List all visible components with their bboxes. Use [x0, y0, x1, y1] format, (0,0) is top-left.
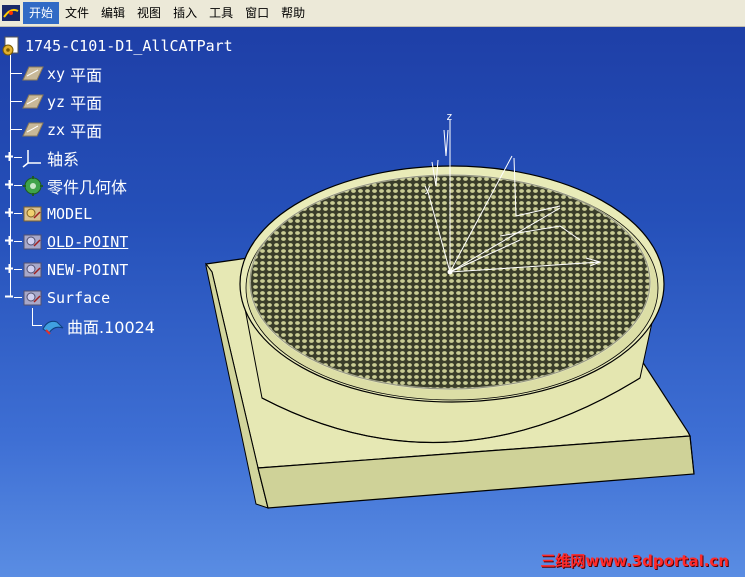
tree-line	[10, 73, 22, 74]
tree-label-xy-prefix: xy	[47, 65, 66, 83]
tree-label-old-point: OLD-POINT	[47, 233, 129, 251]
menu-start[interactable]: 开始	[23, 2, 60, 24]
tree-node-model[interactable]: MODEL	[22, 202, 92, 226]
tree-node-surface-10024[interactable]: 曲面.10024	[42, 314, 155, 338]
tree-label-yz-suffix: 平面	[70, 94, 103, 113]
menu-help[interactable]: 帮助	[275, 2, 311, 24]
tree-label-root: 1745-C101-D1_AllCATPart	[25, 37, 233, 55]
part-model-render[interactable]: z y	[0, 26, 745, 577]
surface-icon	[42, 315, 64, 337]
menu-tools[interactable]: 工具	[203, 2, 239, 24]
geometrical-set-icon	[22, 231, 44, 253]
tree-line	[32, 308, 33, 326]
collapse-toggle-surface[interactable]	[4, 292, 13, 301]
plane-icon	[22, 63, 44, 85]
tree-node-surface[interactable]: Surface	[22, 286, 110, 310]
part-body-gear-icon	[22, 175, 44, 197]
expand-toggle-axis-system[interactable]	[4, 152, 13, 161]
tree-label-model: MODEL	[47, 205, 93, 223]
tree-line	[14, 213, 22, 214]
tree-label-axis-system: 轴系	[47, 150, 80, 169]
catia-logo-icon[interactable]	[2, 4, 20, 22]
geometrical-set-icon	[22, 287, 44, 309]
axis-system-icon	[22, 147, 44, 169]
expand-toggle-part-body[interactable]	[4, 180, 13, 189]
tree-line	[32, 325, 42, 326]
tree-line	[14, 269, 22, 270]
tree-label-surface: Surface	[47, 289, 111, 307]
tree-line	[14, 297, 22, 298]
tree-line	[10, 54, 11, 296]
expand-toggle-model[interactable]	[4, 208, 13, 217]
axis-label-y: y	[424, 182, 431, 195]
menu-insert[interactable]: 插入	[167, 2, 203, 24]
tree-node-old-point[interactable]: OLD-POINT	[22, 230, 128, 254]
menu-bar: 开始 文件 编辑 视图 插入 工具 窗口 帮助	[0, 0, 745, 27]
tree-label-surface-10024: 曲面.10024	[67, 318, 155, 337]
tree-label-zx-prefix: zx	[47, 121, 66, 139]
plane-icon	[22, 91, 44, 113]
axis-label-z: z	[446, 110, 453, 123]
menu-view[interactable]: 视图	[131, 2, 167, 24]
geometrical-set-icon	[22, 203, 44, 225]
tree-node-new-point[interactable]: NEW-POINT	[22, 258, 128, 282]
part-gear-icon	[0, 35, 22, 57]
tree-label-part-body: 零件几何体	[47, 178, 128, 197]
tree-node-yz-plane[interactable]: yz 平面	[22, 90, 102, 114]
tree-node-root-part[interactable]: 1745-C101-D1_AllCATPart	[0, 34, 233, 58]
menu-window[interactable]: 窗口	[239, 2, 275, 24]
tree-label-zx-suffix: 平面	[70, 122, 103, 141]
menu-edit[interactable]: 编辑	[95, 2, 131, 24]
3d-viewport[interactable]: z y	[0, 26, 745, 577]
expand-toggle-new-point[interactable]	[4, 264, 13, 273]
tree-line	[14, 241, 22, 242]
menu-file[interactable]: 文件	[59, 2, 95, 24]
tree-node-zx-plane[interactable]: zx 平面	[22, 118, 102, 142]
geometrical-set-icon	[22, 259, 44, 281]
tree-node-xy-plane[interactable]: xy 平面	[22, 62, 102, 86]
plane-icon	[22, 119, 44, 141]
tree-line	[10, 129, 22, 130]
tree-line	[14, 157, 22, 158]
tree-label-yz-prefix: yz	[47, 93, 66, 111]
tree-node-axis-system[interactable]: 轴系	[22, 146, 79, 170]
expand-toggle-old-point[interactable]	[4, 236, 13, 245]
tree-label-xy-suffix: 平面	[70, 66, 103, 85]
tree-line	[10, 101, 22, 102]
tree-label-new-point: NEW-POINT	[47, 261, 129, 279]
watermark-text: 三维网www.3dportal.cn	[540, 552, 729, 570]
tree-node-part-body[interactable]: 零件几何体	[22, 174, 127, 198]
tree-line	[14, 185, 22, 186]
